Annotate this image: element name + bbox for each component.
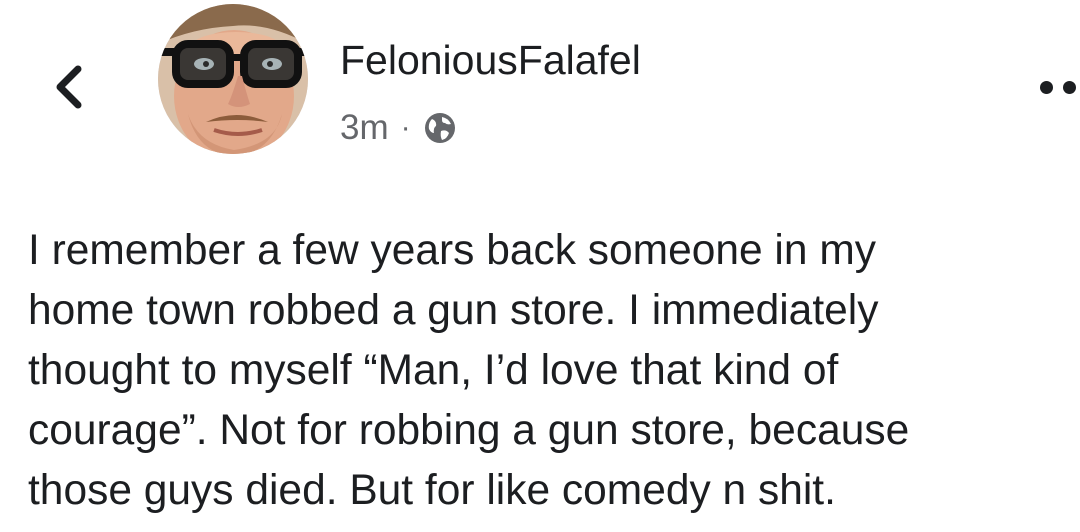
avatar[interactable] <box>158 4 308 154</box>
more-dots-icon <box>1040 80 1053 94</box>
avatar-image <box>158 4 308 154</box>
post-text-line: thought to myself “Man, I’d love that ki… <box>28 347 839 394</box>
post-meta: 3m · <box>340 106 457 150</box>
back-button[interactable] <box>44 62 94 112</box>
post-text-line: courage”. Not for robbing a gun store, b… <box>28 407 910 454</box>
author-name[interactable]: FeloniousFalafel <box>340 36 641 84</box>
chevron-left-icon <box>56 65 82 109</box>
meta-separator: · <box>400 111 411 144</box>
post-timestamp[interactable]: 3m <box>340 108 389 148</box>
post-text-line: home town robbed a gun store. I immediat… <box>28 287 879 334</box>
globe-icon <box>423 111 457 145</box>
more-dots-icon <box>1063 80 1076 94</box>
post-text-line: those guys died. But for like comedy n s… <box>28 467 836 514</box>
post-text-line: I remember a few years back someone in m… <box>28 227 876 274</box>
post-text: I remember a few years back someone in m… <box>28 221 1068 521</box>
more-options-button[interactable] <box>1040 72 1080 102</box>
